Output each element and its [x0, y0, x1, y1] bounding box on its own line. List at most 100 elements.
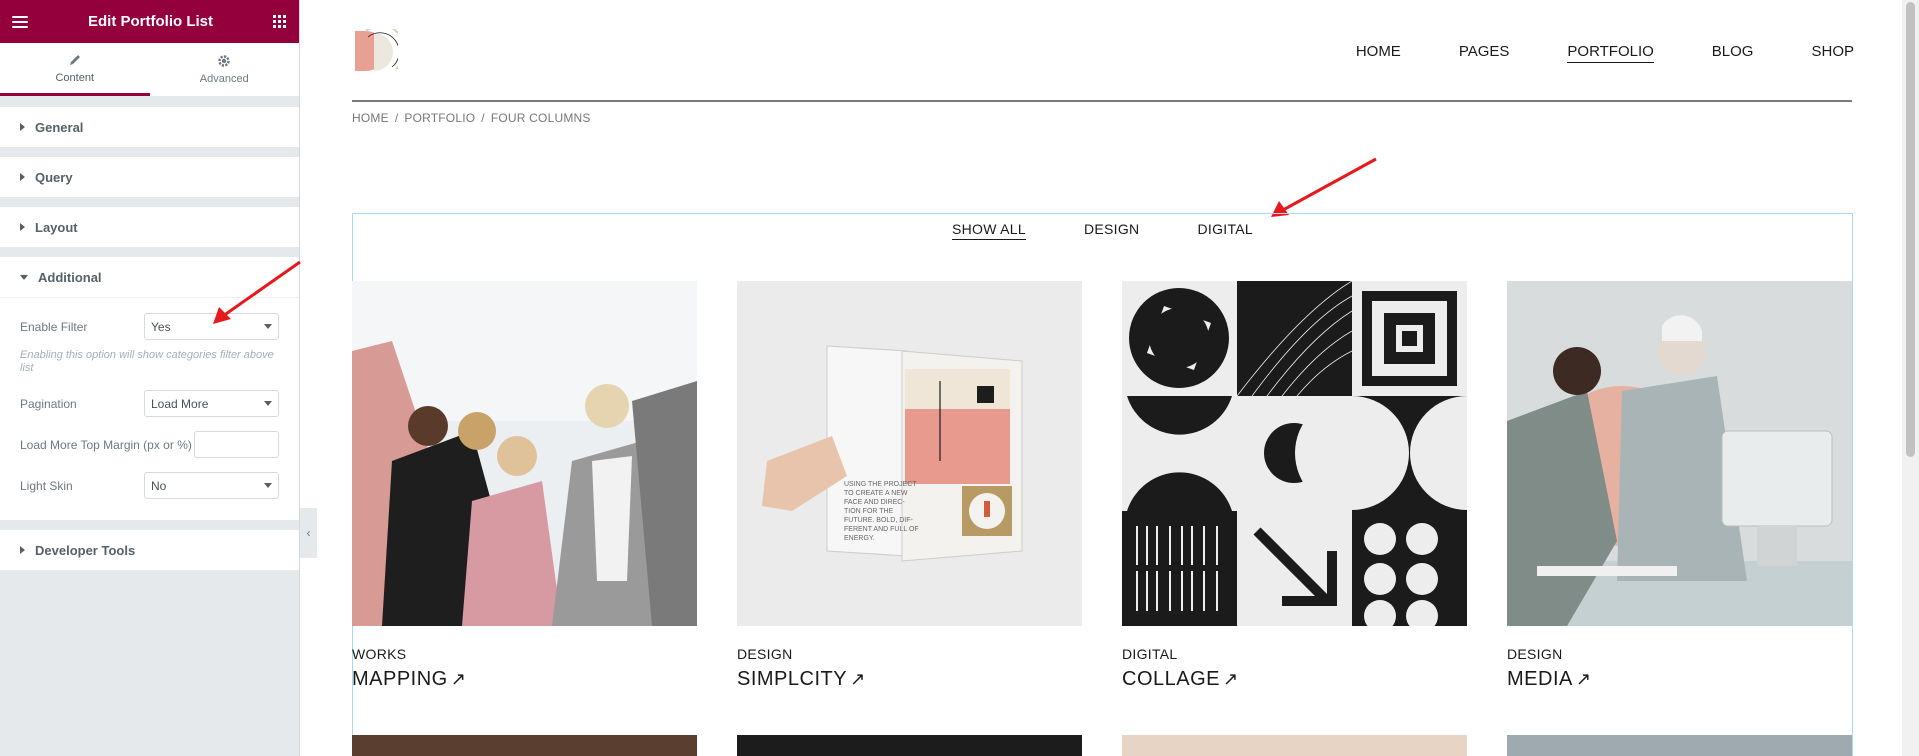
card-title-link[interactable]: SIMPLCITY ↗ [737, 668, 1082, 691]
filter-show-all[interactable]: SHOW ALL [952, 221, 1026, 240]
section-general-header[interactable]: General [0, 107, 299, 147]
main-nav: HOME PAGES PORTFOLIO BLOG SHOP [1356, 43, 1854, 63]
svg-text:TION FOR THE: TION FOR THE [844, 508, 894, 515]
section-layout: Layout [0, 207, 299, 247]
portfolio-image-mapping[interactable] [352, 281, 697, 626]
scrollbar-thumb[interactable] [1906, 2, 1915, 457]
filter-design[interactable]: DESIGN [1084, 221, 1139, 240]
portfolio-image-simplcity[interactable]: USING THE PROJECT TO CREATE A NEW FACE A… [737, 281, 1082, 626]
svg-text:USING THE PROJECT: USING THE PROJECT [844, 481, 917, 488]
tab-advanced[interactable]: Advanced [150, 43, 300, 96]
load-more-margin-label: Load More Top Margin (px or %) [20, 437, 192, 452]
control-light-skin: Light Skin No [20, 465, 279, 506]
pencil-icon [69, 54, 80, 65]
portfolio-image-media[interactable] [1507, 281, 1852, 626]
svg-text:FERENT AND FULL OF: FERENT AND FULL OF [844, 526, 919, 533]
card-title: COLLAGE [1122, 668, 1220, 690]
pagination-label: Pagination [20, 396, 77, 411]
panel-title: Edit Portfolio List [88, 13, 213, 30]
breadcrumb-portfolio[interactable]: PORTFOLIO [404, 111, 475, 125]
svg-text:FUTURE. BOLD, DIF-: FUTURE. BOLD, DIF- [844, 517, 914, 524]
card-title: SIMPLCITY [737, 668, 848, 690]
portfolio-image-row2[interactable] [1507, 735, 1852, 756]
svg-text:FACE AND DIREC-: FACE AND DIREC- [844, 499, 905, 506]
site-logo[interactable] [352, 29, 398, 74]
caret-right-icon [20, 546, 25, 554]
nav-home[interactable]: HOME [1356, 43, 1401, 63]
portfolio-card[interactable]: DIGITAL COLLAGE ↗ [1122, 281, 1467, 691]
section-layout-header[interactable]: Layout [0, 207, 299, 247]
filter-digital[interactable]: DIGITAL [1197, 221, 1253, 240]
section-general-title: General [35, 119, 84, 135]
caret-right-icon [20, 123, 25, 131]
portfolio-image-row2[interactable] [737, 735, 1082, 756]
caret-right-icon [20, 223, 25, 231]
tab-content[interactable]: Content [0, 43, 150, 96]
breadcrumb-home[interactable]: HOME [352, 111, 389, 125]
arrow-up-right-icon: ↗ [850, 669, 866, 689]
light-skin-label: Light Skin [20, 478, 73, 493]
breadcrumb-current: FOUR COLUMNS [490, 111, 591, 125]
section-query-title: Query [35, 169, 73, 185]
nav-shop[interactable]: SHOP [1811, 43, 1854, 63]
chevron-down-icon [264, 324, 272, 329]
portfolio-image-row2[interactable] [1122, 735, 1467, 756]
light-skin-select[interactable]: No [144, 472, 279, 499]
hamburger-menu-icon[interactable] [12, 15, 28, 28]
section-query-header[interactable]: Query [0, 157, 299, 197]
site-preview: HOME PAGES PORTFOLIO BLOG SHOP HOME / PORT… [301, 0, 1919, 756]
header-divider [352, 100, 1852, 102]
enable-filter-value: Yes [151, 319, 171, 334]
section-layout-title: Layout [35, 219, 78, 235]
widgets-grid-icon[interactable] [273, 14, 287, 29]
card-title-link[interactable]: COLLAGE ↗ [1122, 668, 1467, 691]
portfolio-image-row2[interactable] [352, 735, 697, 756]
breadcrumb: HOME / PORTFOLIO / FOUR COLUMNS [352, 111, 591, 125]
portfolio-image-collage[interactable] [1122, 281, 1467, 626]
control-pagination: Pagination Load More [20, 383, 279, 424]
section-developer-tools-title: Developer Tools [35, 542, 136, 558]
portfolio-card[interactable]: WORKS MAPPING ↗ [352, 281, 697, 691]
light-skin-value: No [151, 478, 167, 493]
enable-filter-label: Enable Filter [20, 319, 88, 334]
card-category: DESIGN [737, 646, 793, 662]
card-category: DIGITAL [1122, 646, 1178, 662]
panel-tabs: Content Advanced [0, 43, 299, 97]
page-scrollbar[interactable] [1902, 0, 1919, 756]
nav-pages[interactable]: PAGES [1459, 43, 1510, 63]
chevron-down-icon [264, 483, 272, 488]
portfolio-card[interactable]: DESIGN MEDIA ↗ [1507, 281, 1852, 691]
portfolio-card[interactable]: USING THE PROJECT TO CREATE A NEW FACE A… [737, 281, 1082, 691]
panel-header: Edit Portfolio List [0, 0, 299, 43]
enable-filter-select[interactable]: Yes [144, 313, 279, 340]
card-title-link[interactable]: MAPPING ↗ [352, 668, 697, 691]
editor-panel: Edit Portfolio List Content Advanced Gen… [0, 0, 301, 756]
load-more-margin-input[interactable] [194, 431, 279, 458]
section-developer-tools-header[interactable]: Developer Tools [0, 530, 299, 570]
card-category: DESIGN [1507, 646, 1563, 662]
section-additional-header[interactable]: Additional [0, 257, 299, 297]
card-category: WORKS [352, 646, 407, 662]
control-enable-filter: Enable Filter Yes [20, 306, 279, 347]
portfolio-filters: SHOW ALL DESIGN DIGITAL [353, 221, 1852, 240]
arrow-up-right-icon: ↗ [1222, 669, 1239, 689]
section-additional: Additional Enable Filter Yes Enabling th… [0, 257, 299, 520]
control-load-more-margin: Load More Top Margin (px or %) [20, 424, 279, 465]
svg-text:ENERGY.: ENERGY. [844, 535, 875, 542]
section-general: General [0, 107, 299, 147]
chevron-down-icon [264, 401, 272, 406]
arrow-up-right-icon: ↗ [450, 669, 467, 689]
tab-advanced-label: Advanced [199, 73, 249, 85]
gear-icon [218, 55, 230, 67]
card-title-link[interactable]: MEDIA ↗ [1507, 668, 1852, 691]
svg-text:TO CREATE A NEW: TO CREATE A NEW [844, 490, 908, 497]
section-developer-tools: Developer Tools [0, 530, 299, 570]
pagination-value: Load More [151, 396, 209, 411]
nav-blog[interactable]: BLOG [1712, 43, 1754, 63]
arrow-up-right-icon: ↗ [1575, 669, 1592, 689]
section-additional-body: Enable Filter Yes Enabling this option w… [0, 297, 299, 520]
section-additional-title: Additional [38, 269, 102, 285]
nav-portfolio[interactable]: PORTFOLIO [1567, 43, 1654, 63]
tab-content-label: Content [55, 71, 95, 84]
pagination-select[interactable]: Load More [144, 390, 279, 417]
